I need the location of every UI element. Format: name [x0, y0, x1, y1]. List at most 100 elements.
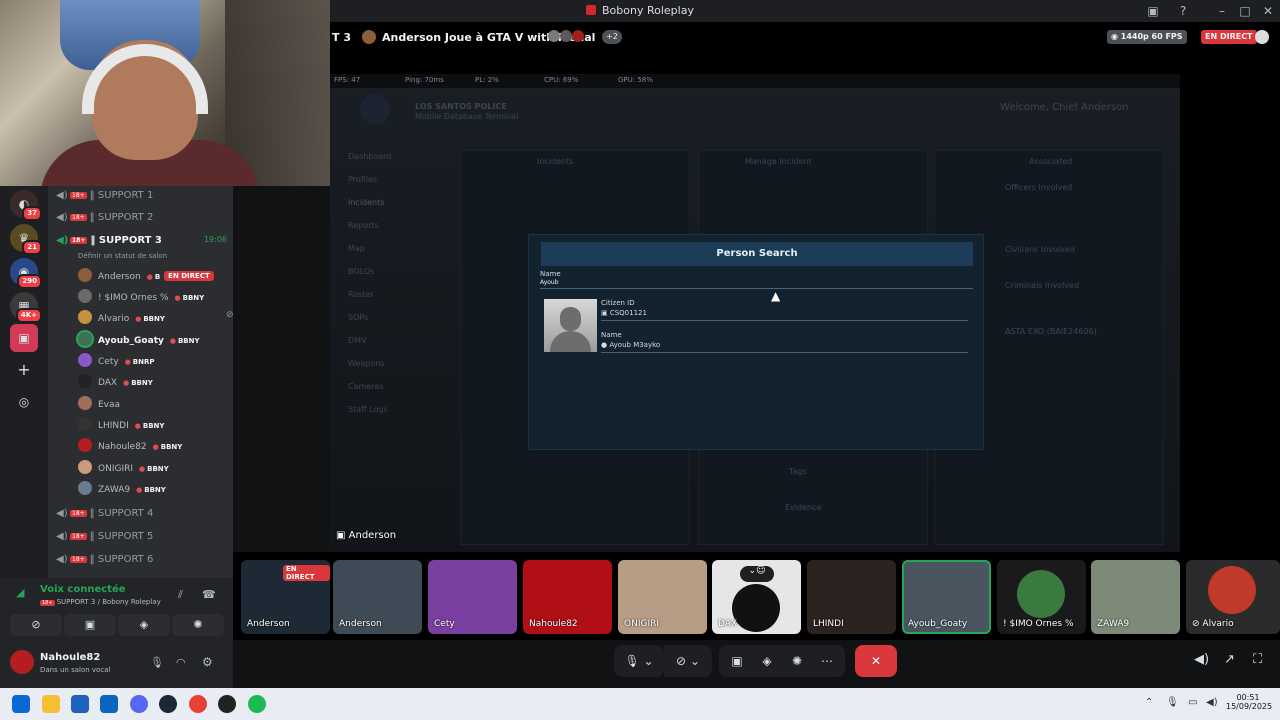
chrome-icon[interactable]	[189, 695, 207, 713]
close-window-button[interactable]: ✕	[1260, 3, 1276, 19]
result-name-value[interactable]: ● Ayoub M3ayko	[601, 341, 968, 353]
voice-status[interactable]: Voix connectée	[40, 584, 126, 595]
soundboard-button[interactable]: ✺	[172, 614, 224, 636]
mdt-nav-reports[interactable]: Reports	[348, 221, 458, 244]
settings-gear-icon[interactable]: ⚙	[202, 655, 213, 669]
user-status: Dans un salon vocal	[40, 666, 111, 674]
mdt-nav-staff-logs[interactable]: Staff Logs	[348, 405, 458, 428]
voice-channel-support-6[interactable]: ◀) 18+ ‖ SUPPORT 6	[56, 554, 153, 574]
discord-icon[interactable]	[130, 695, 148, 713]
screen-share-button[interactable]: ▣	[64, 614, 116, 636]
inbox-icon[interactable]: ▣	[1145, 3, 1161, 19]
channel-status-hint[interactable]: Définir un statut de salon	[78, 252, 167, 260]
tray-chevron-icon[interactable]: ⌃	[1145, 697, 1153, 708]
activity-button[interactable]: ◈	[118, 614, 170, 636]
member-onigiri[interactable]: ONIGIRIBBNY	[78, 460, 169, 480]
participant-tile[interactable]: ZAWA9	[1091, 560, 1180, 634]
participant-tile[interactable]: Nahoule82	[523, 560, 612, 634]
mic-icon[interactable]: 🎙	[150, 656, 164, 669]
mdt-nav-map[interactable]: Map	[348, 244, 458, 267]
headset-icon[interactable]: ◠	[176, 656, 186, 669]
network-icon[interactable]: ▭	[1188, 697, 1197, 708]
server-folder-icon[interactable]: ▦ 4K+	[10, 292, 42, 323]
server-icon[interactable]: ◉ 290	[10, 258, 42, 289]
participant-tile[interactable]: EN DIRECT Anderson	[241, 560, 330, 634]
bobony-server-icon[interactable]: ▣	[10, 324, 38, 352]
clock[interactable]: 00:51 15/09/2025	[1226, 693, 1272, 711]
discover-icon[interactable]: ◎	[10, 388, 38, 416]
windows-start-icon[interactable]	[12, 695, 30, 713]
member-cety[interactable]: CetyBNRP	[78, 353, 155, 373]
participant-tile[interactable]: ONIGIRI	[618, 560, 707, 634]
file-explorer-icon[interactable]	[42, 695, 60, 713]
participant-tile[interactable]: Cety	[428, 560, 517, 634]
voice-channel-label[interactable]: 18+ SUPPORT 3 / Bobony Roleplay	[40, 598, 161, 606]
member-zawa9[interactable]: ZAWA9BBNY	[78, 481, 166, 501]
participant-tile[interactable]: ! $IMO Ornes %	[997, 560, 1086, 634]
live-badge: EN DIRECT	[164, 271, 214, 281]
camera-button[interactable]: ⊘ ⌄	[664, 645, 712, 677]
fivem-icon[interactable]	[218, 695, 236, 713]
disconnect-icon[interactable]: ☎	[202, 588, 216, 601]
join-stream-icon[interactable]: ⌄☺	[740, 566, 774, 582]
soundboard-icon[interactable]: ✺	[782, 645, 812, 677]
voice-channel-support-5[interactable]: ◀) 18+ ‖ SUPPORT 5	[56, 531, 153, 551]
maximize-button[interactable]: □	[1237, 3, 1253, 19]
screen-share-icon[interactable]: ▣	[722, 645, 752, 677]
popout-icon[interactable]: ↗	[1224, 652, 1235, 667]
participant-tile[interactable]: Anderson	[333, 560, 422, 634]
avatar[interactable]	[10, 650, 34, 674]
tray-mic-icon[interactable]: 🎙	[1166, 697, 1179, 708]
citizen-id-value[interactable]: ▣ CSQ01121	[601, 309, 968, 321]
server-icon[interactable]: ◐ 37	[10, 190, 42, 221]
mdt-nav-dashboard[interactable]: Dashboard	[348, 152, 458, 175]
fullscreen-icon[interactable]: ⛶	[1253, 652, 1262, 667]
server-icon[interactable]: ♛ 21	[10, 224, 42, 255]
channel-timer: 19:06	[203, 235, 227, 244]
camera-off-button[interactable]: ⊘	[10, 614, 62, 636]
more-icon[interactable]: ⋯	[812, 645, 842, 677]
member-ayoub-goaty[interactable]: Ayoub_GoatyBBNY	[78, 332, 200, 352]
stream-header: T 3 Anderson Joue à GTA V with Medal +2 …	[330, 22, 1280, 52]
member-evaa[interactable]: Evaa	[78, 396, 120, 416]
add-server-icon[interactable]: +	[10, 356, 38, 384]
noise-suppression-icon[interactable]: ⫽	[178, 588, 183, 602]
steam-icon[interactable]	[159, 695, 177, 713]
store-icon[interactable]	[71, 695, 89, 713]
member-lhindi[interactable]: LHINDIBBNY	[78, 417, 164, 437]
participant-tile[interactable]: LHINDI	[807, 560, 896, 634]
activity-icon[interactable]: ◈	[752, 645, 782, 677]
speaker-tray-icon[interactable]: ◀)	[1206, 697, 1218, 708]
volume-icon[interactable]: ◀)	[1194, 652, 1209, 667]
mdt-nav-bolos[interactable]: BOLOs	[348, 267, 458, 290]
outlook-icon[interactable]	[100, 695, 118, 713]
member-nahoule82[interactable]: Nahoule82BBNY	[78, 438, 182, 458]
mdt-nav-cameras[interactable]: Cameras	[348, 382, 458, 405]
extra-viewers-count[interactable]: +2	[602, 30, 622, 44]
voice-channel-support-1[interactable]: ◀) 18+ ‖ SUPPORT 1	[56, 190, 153, 210]
member-alvario[interactable]: AlvarioBBNY⊘	[78, 310, 263, 330]
voice-channel-support-4[interactable]: ◀) 18+ ‖ SUPPORT 4	[56, 508, 153, 528]
microphone-button[interactable]: 🎙 ⌄	[614, 645, 664, 677]
voice-channel-support-2[interactable]: ◀) 18+ ‖ SUPPORT 2	[56, 212, 153, 232]
mdt-nav-sops[interactable]: SOPs	[348, 313, 458, 336]
mdt-nav-roster[interactable]: Roster	[348, 290, 458, 313]
member-anderson[interactable]: AndersonBEN DIRECT	[78, 268, 214, 288]
mdt-nav-dmv[interactable]: DMV	[348, 336, 458, 359]
participant-tile[interactable]: ⌄☺ DAX	[712, 560, 801, 634]
minimize-button[interactable]: –	[1214, 3, 1230, 19]
viewer-avatars[interactable]	[548, 30, 588, 44]
mdt-dept: LOS SANTOS POLICE	[415, 102, 507, 111]
member-dax[interactable]: DAXBBNY	[78, 374, 153, 394]
participant-tile[interactable]: ⊘ Alvario	[1186, 560, 1280, 634]
disconnect-button[interactable]: ✕	[855, 645, 897, 677]
name-search-input[interactable]: Ayoub	[540, 279, 973, 289]
help-icon[interactable]: ?	[1175, 3, 1191, 19]
mdt-nav-weapons[interactable]: Weapons	[348, 359, 458, 382]
mdt-nav-profiles[interactable]: Profiles	[348, 175, 458, 198]
participant-tile[interactable]: Ayoub_Goaty	[902, 560, 991, 634]
chat-icon[interactable]	[1255, 30, 1269, 44]
member-simo[interactable]: ! $IMO Ornes %BBNY	[78, 289, 204, 309]
spotify-icon[interactable]	[248, 695, 266, 713]
mdt-nav-incidents[interactable]: Incidents	[348, 198, 458, 221]
